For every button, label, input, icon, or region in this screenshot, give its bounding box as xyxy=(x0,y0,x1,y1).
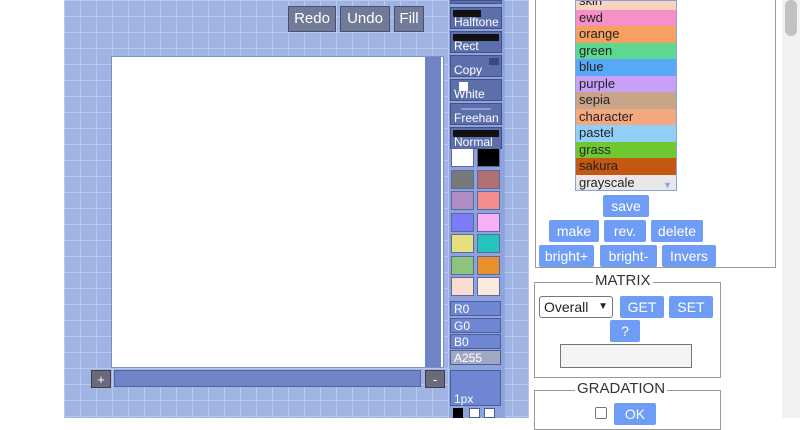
tool-indicator-icon xyxy=(453,130,499,137)
palette-list-item[interactable]: grayscale xyxy=(576,174,676,190)
canvas-horizontal-scrollbar[interactable] xyxy=(114,370,421,387)
color-swatch[interactable] xyxy=(477,234,500,253)
tool-rect-label: Rect xyxy=(454,39,479,53)
palette-save-button[interactable]: save xyxy=(603,195,649,217)
color-swatch[interactable] xyxy=(451,234,474,253)
matrix-legend: MATRIX xyxy=(593,272,653,289)
pen-size-label: 1px xyxy=(454,392,474,406)
gradation-legend: GRADATION xyxy=(575,380,668,397)
alpha-value[interactable]: A255 xyxy=(450,350,501,365)
zoom-in-button[interactable]: + xyxy=(91,370,111,388)
palette-delete-button[interactable]: delete xyxy=(651,220,703,242)
pen-size-medium-icon[interactable] xyxy=(469,408,480,418)
gradation-ok-button[interactable]: OK xyxy=(614,403,656,425)
tool-indicator-icon xyxy=(461,108,491,110)
green-value[interactable]: G0 xyxy=(450,318,501,333)
matrix-set-button[interactable]: SET xyxy=(669,296,713,318)
matrix-textarea[interactable] xyxy=(560,344,692,368)
fill-button[interactable]: Fill xyxy=(394,6,424,32)
invers-button[interactable]: Invers xyxy=(662,245,716,267)
tool-indicator-icon xyxy=(489,58,499,65)
matrix-get-button[interactable]: GET xyxy=(620,296,664,318)
matrix-select[interactable]: Overall ▼ xyxy=(539,296,613,318)
tool-indicator-icon xyxy=(453,10,481,17)
palette-rev-button[interactable]: rev. xyxy=(604,220,646,242)
color-swatch[interactable] xyxy=(451,191,474,210)
drawing-canvas[interactable] xyxy=(111,56,444,368)
palette-list-item[interactable]: orange xyxy=(576,26,676,43)
redo-button[interactable]: Redo xyxy=(288,6,336,32)
canvas-vertical-scrollbar[interactable] xyxy=(425,57,441,367)
palette-make-button[interactable]: make xyxy=(549,220,599,242)
blue-value[interactable]: B0 xyxy=(450,334,501,349)
tool-white-button[interactable]: White xyxy=(450,79,502,101)
tool-indicator-icon xyxy=(453,34,499,41)
undo-button[interactable]: Undo xyxy=(340,6,390,32)
palette-list-item[interactable]: blue xyxy=(576,59,676,76)
tool-freehand-button[interactable]: Freehan xyxy=(450,103,502,125)
color-swatch[interactable] xyxy=(451,277,474,296)
tool-normal-button[interactable]: Normal xyxy=(450,127,502,149)
palette-list-item[interactable]: character xyxy=(576,108,676,125)
tool-halftone-label: Halftone xyxy=(454,15,499,29)
color-swatch[interactable] xyxy=(477,169,500,189)
palette-list-item[interactable]: grass xyxy=(576,141,676,158)
color-swatch[interactable] xyxy=(477,148,500,167)
color-swatch[interactable] xyxy=(477,212,500,232)
color-swatch[interactable] xyxy=(477,191,500,210)
white-swatch-icon xyxy=(459,82,468,91)
palette-list-item[interactable]: purple xyxy=(576,75,676,92)
tool-button-hidden[interactable] xyxy=(450,0,502,4)
tool-rect-button[interactable]: Rect xyxy=(450,31,502,53)
color-swatch[interactable] xyxy=(451,148,474,167)
zoom-out-button[interactable]: - xyxy=(425,370,445,388)
matrix-select-value: Overall xyxy=(544,299,589,315)
matrix-help-button[interactable]: ? xyxy=(610,320,640,342)
color-swatch[interactable] xyxy=(477,277,500,296)
palette-list-item[interactable]: sepia xyxy=(576,92,676,109)
pen-size-box[interactable]: 1px xyxy=(450,370,501,406)
red-value[interactable]: R0 xyxy=(450,301,501,316)
palette-list-item[interactable]: pastel xyxy=(576,125,676,142)
tool-copy-label: Copy xyxy=(454,63,483,77)
page-scrollbar-thumb[interactable] xyxy=(785,0,797,36)
palette-list-item[interactable]: green xyxy=(576,42,676,59)
pen-size-small-icon[interactable] xyxy=(453,408,463,418)
palette-list[interactable]: skin ewd orange green blue purple sepia charact… xyxy=(575,0,677,191)
page-scrollbar[interactable] xyxy=(782,0,800,418)
gradation-checkbox[interactable] xyxy=(595,407,607,419)
color-swatch[interactable] xyxy=(477,255,500,275)
chevron-down-icon: ▼ xyxy=(598,301,608,312)
tool-freehand-label: Freehan xyxy=(454,111,499,125)
color-swatch[interactable] xyxy=(451,169,474,189)
tool-copy-button[interactable]: Copy xyxy=(450,55,502,77)
color-swatch[interactable] xyxy=(451,255,474,275)
bright-minus-button[interactable]: bright- xyxy=(600,245,657,267)
tool-halftone-button[interactable]: Halftone xyxy=(450,7,502,29)
list-dropdown-arrow-icon: ▼ xyxy=(663,180,672,190)
palette-list-item[interactable]: ewd xyxy=(576,9,676,26)
tool-normal-label: Normal xyxy=(454,135,493,149)
color-swatch[interactable] xyxy=(451,212,474,232)
palette-list-item[interactable]: skin xyxy=(576,1,676,10)
bright-plus-button[interactable]: bright+ xyxy=(539,245,594,267)
palette-list-item[interactable]: sakura xyxy=(576,158,676,175)
pen-size-large-icon[interactable] xyxy=(484,408,495,418)
